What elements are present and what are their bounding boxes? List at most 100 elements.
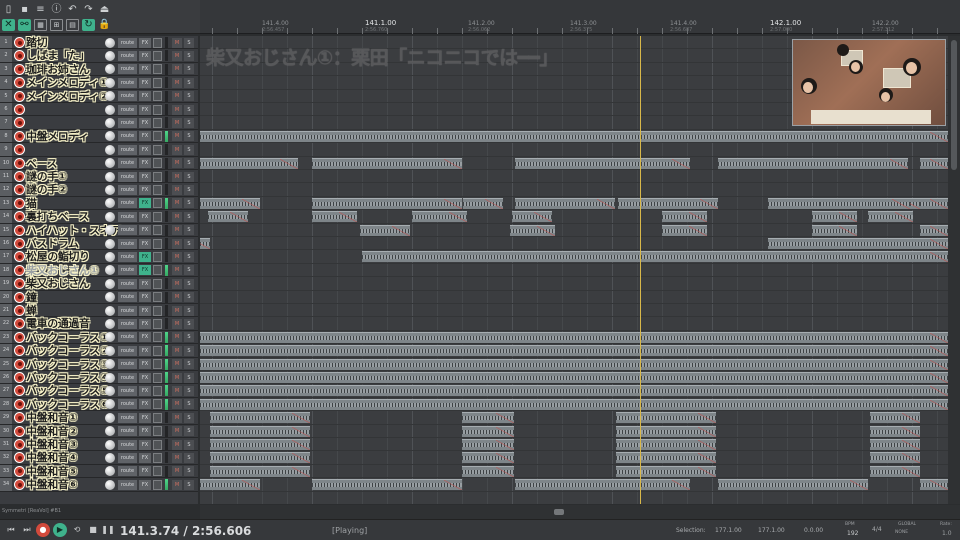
bpm-value[interactable]: 192: [847, 530, 858, 537]
track-lane[interactable]: [200, 183, 948, 197]
solo-button[interactable]: S: [184, 399, 194, 410]
media-item[interactable]: [870, 439, 920, 450]
fx-button[interactable]: FX: [139, 466, 151, 477]
mute-button[interactable]: M: [172, 265, 182, 276]
media-item[interactable]: [920, 224, 948, 236]
envelope-lock-icon[interactable]: ▤: [66, 19, 79, 31]
solo-button[interactable]: S: [184, 318, 194, 329]
fade-out-curve[interactable]: [444, 158, 462, 169]
solo-button[interactable]: S: [184, 305, 194, 316]
track-lane[interactable]: [200, 411, 948, 425]
fx-bypass-toggle[interactable]: [153, 64, 162, 75]
record-arm-button[interactable]: [14, 398, 25, 410]
track-lane[interactable]: [200, 237, 948, 251]
media-item[interactable]: [200, 197, 260, 209]
volume-knob[interactable]: [105, 479, 115, 490]
solo-button[interactable]: S: [184, 117, 194, 128]
fade-out-curve[interactable]: [485, 198, 503, 209]
volume-knob[interactable]: [105, 359, 115, 370]
solo-button[interactable]: S: [184, 158, 194, 169]
track-name[interactable]: バックコーラス⑤: [26, 384, 109, 397]
route-button[interactable]: route: [118, 372, 137, 383]
solo-button[interactable]: S: [184, 251, 194, 262]
solo-button[interactable]: S: [184, 452, 194, 463]
rate-value[interactable]: 1.0: [942, 530, 952, 537]
track-row[interactable]: 30 中盤和音② route FX M S: [0, 424, 198, 438]
mute-button[interactable]: M: [172, 345, 182, 356]
media-item[interactable]: [200, 238, 210, 249]
route-button[interactable]: route: [118, 278, 137, 289]
media-item[interactable]: [812, 224, 857, 236]
track-row[interactable]: 32 中盤和音④ route FX M S: [0, 451, 198, 465]
fx-bypass-toggle[interactable]: [153, 91, 162, 102]
track-name[interactable]: 中盤メロディ: [26, 130, 89, 143]
track-row[interactable]: 10 ベース route FX M S: [0, 156, 198, 170]
fx-bypass-toggle[interactable]: [153, 37, 162, 48]
route-button[interactable]: route: [118, 399, 137, 410]
route-button[interactable]: route: [118, 64, 137, 75]
volume-knob[interactable]: [105, 158, 115, 169]
track-lane[interactable]: [200, 358, 948, 371]
track-name[interactable]: バスドラム: [26, 237, 79, 250]
fx-button[interactable]: FX: [139, 198, 151, 209]
fade-out-curve[interactable]: [930, 480, 948, 491]
fade-out-curve[interactable]: [537, 225, 555, 236]
fx-bypass-toggle[interactable]: [153, 184, 162, 195]
fx-button[interactable]: FX: [139, 265, 151, 276]
media-item[interactable]: [920, 479, 948, 491]
global-automation-label[interactable]: GLOBAL: [898, 522, 916, 527]
media-item[interactable]: [210, 439, 310, 450]
route-button[interactable]: route: [118, 292, 137, 303]
time-signature[interactable]: 4/4: [872, 526, 882, 533]
media-item[interactable]: [200, 358, 948, 370]
media-item[interactable]: [870, 465, 920, 477]
track-row[interactable]: 11 謎の手① route FX M S: [0, 170, 198, 184]
volume-knob[interactable]: [105, 412, 115, 423]
media-item[interactable]: [616, 439, 716, 450]
volume-knob[interactable]: [105, 251, 115, 262]
mute-button[interactable]: M: [172, 359, 182, 370]
new-file-icon[interactable]: ▯: [2, 4, 15, 16]
media-item[interactable]: [200, 398, 948, 410]
fade-out-curve[interactable]: [902, 426, 920, 437]
fade-out-curve[interactable]: [930, 252, 948, 263]
solo-button[interactable]: S: [184, 265, 194, 276]
fade-out-curve[interactable]: [339, 212, 357, 223]
track-row[interactable]: 22 電車の通過音 route FX M S: [0, 317, 198, 331]
record-arm-button[interactable]: [14, 224, 25, 236]
fade-out-curve[interactable]: [496, 440, 514, 450]
fx-button[interactable]: FX: [139, 345, 151, 356]
route-button[interactable]: route: [118, 91, 137, 102]
fade-out-curve[interactable]: [930, 158, 948, 169]
fade-out-curve[interactable]: [597, 198, 615, 209]
fx-button[interactable]: FX: [139, 359, 151, 370]
media-item[interactable]: [768, 238, 948, 249]
route-button[interactable]: route: [118, 265, 137, 276]
route-button[interactable]: route: [118, 452, 137, 463]
track-name[interactable]: バックコーラス②: [26, 344, 109, 357]
fade-out-curve[interactable]: [496, 453, 514, 464]
fade-out-curve[interactable]: [672, 158, 690, 169]
media-item[interactable]: [870, 425, 920, 437]
mute-button[interactable]: M: [172, 117, 182, 128]
fade-out-curve[interactable]: [890, 158, 908, 169]
loop-icon[interactable]: ↻: [82, 19, 95, 31]
route-button[interactable]: route: [118, 426, 137, 437]
fx-button[interactable]: FX: [139, 37, 151, 48]
solo-button[interactable]: S: [184, 144, 194, 155]
fade-out-curve[interactable]: [930, 399, 948, 410]
media-item[interactable]: [870, 452, 920, 464]
media-item[interactable]: [812, 211, 857, 223]
play-button[interactable]: ▶: [53, 523, 67, 537]
fx-bypass-toggle[interactable]: [153, 359, 162, 370]
track-row[interactable]: 4 メインメロディ① route FX M S: [0, 76, 198, 90]
fx-bypass-toggle[interactable]: [153, 198, 162, 209]
volume-knob[interactable]: [105, 50, 115, 61]
track-row[interactable]: 12 謎の手② route FX M S: [0, 183, 198, 197]
track-name[interactable]: 中盤和音④: [26, 451, 78, 464]
media-item[interactable]: [200, 345, 948, 357]
timeline-ruler[interactable]: 141.4.00 2:56.457 141.1.00 2:56.760 141.2.00…: [200, 0, 960, 34]
fx-button[interactable]: FX: [139, 332, 151, 343]
fade-out-curve[interactable]: [444, 198, 462, 209]
metronome-icon[interactable]: ⏏: [98, 4, 111, 16]
